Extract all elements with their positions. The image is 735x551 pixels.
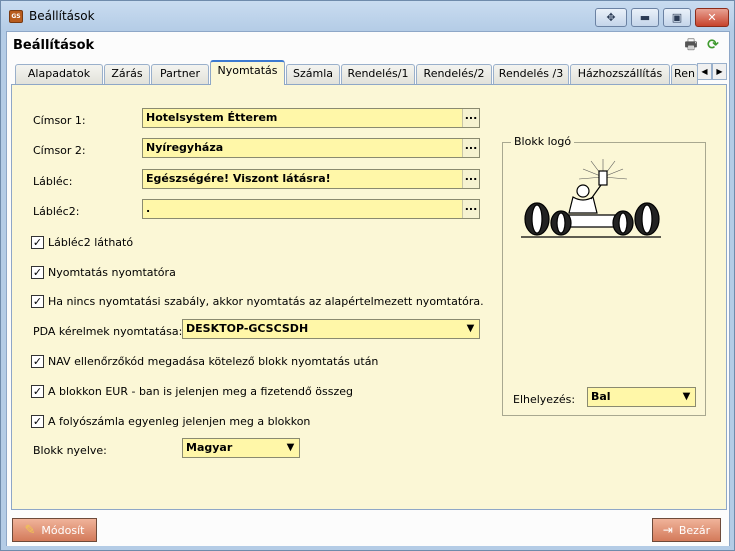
logo-group-title: Blokk logó xyxy=(511,135,575,148)
maximize-icon: ▣ xyxy=(671,11,683,24)
window-title: Beállítások xyxy=(29,9,95,23)
cimsor2-field[interactable]: Nyíregyháza ... xyxy=(142,138,480,158)
language-select[interactable]: Magyar ▼ xyxy=(182,438,300,458)
tab-scroll-left[interactable]: ◀ xyxy=(697,63,712,80)
close-window-button[interactable]: ✕ xyxy=(695,8,729,27)
exit-door-icon: ⇥ xyxy=(662,523,673,537)
checkmark-icon: ✓ xyxy=(31,415,44,428)
cimsor2-value: Nyíregyháza xyxy=(146,141,224,154)
tab-panel-nyomtatas: Címsor 1: Hotelsystem Étterem ... Címsor… xyxy=(11,84,727,510)
language-label: Blokk nyelve: xyxy=(33,444,107,457)
modify-label: Módosít xyxy=(41,523,85,537)
arrow-right-icon: ▶ xyxy=(716,67,723,76)
balance-label: A folyószámla egyenleg jelenjen meg a bl… xyxy=(48,415,311,428)
tab-rendeles-1[interactable]: Rendelés/1 xyxy=(341,64,415,84)
pencil-icon: ✎ xyxy=(24,522,36,538)
checkmark-icon: ✓ xyxy=(31,355,44,368)
checkmark-icon: ✓ xyxy=(31,236,44,249)
pda-value: DESKTOP-GCSCSDH xyxy=(186,322,309,335)
checkmark-icon: ✓ xyxy=(31,385,44,398)
lablec-label: Lábléc: xyxy=(33,175,73,188)
balance-checkbox[interactable]: ✓ A folyószámla egyenleg jelenjen meg a … xyxy=(31,415,310,428)
tab-rendeles-more[interactable]: Ren xyxy=(671,64,698,84)
nav-code-label: NAV ellenőrzőkód megadása kötelező blokk… xyxy=(48,355,379,368)
minimize-icon: ▬ xyxy=(639,11,651,24)
maximize-button[interactable]: ▣ xyxy=(663,8,691,27)
beer-barrels-logo-image[interactable] xyxy=(515,157,665,245)
cimsor1-lookup-button[interactable]: ... xyxy=(462,109,479,127)
logo-group: Blokk logó Elhelyezés: Bal ▼ xyxy=(502,135,706,416)
placement-value: Bal xyxy=(591,390,611,403)
lablec2-visible-label: Lábléc2 látható xyxy=(48,236,134,249)
lablec-field[interactable]: Egészségére! Viszont látásra! ... xyxy=(142,169,480,189)
lablec2-visible-checkbox[interactable]: ✓ Lábléc2 látható xyxy=(31,236,133,249)
placement-label: Elhelyezés: xyxy=(513,393,576,406)
cimsor1-label: Címsor 1: xyxy=(33,114,86,127)
tab-rendeles-2[interactable]: Rendelés/2 xyxy=(416,64,492,84)
checkmark-icon: ✓ xyxy=(31,266,44,279)
nav-code-checkbox[interactable]: ✓ NAV ellenőrzőkód megadása kötelező blo… xyxy=(31,355,378,368)
language-value: Magyar xyxy=(186,441,233,454)
modify-button[interactable]: ✎ Módosít xyxy=(12,518,97,542)
lablec2-lookup-button[interactable]: ... xyxy=(462,200,479,218)
title-bar[interactable]: GS Beállítások ✥ ▬ ▣ ✕ xyxy=(1,1,734,31)
tab-szamla[interactable]: Számla xyxy=(286,64,340,84)
lablec2-label: Lábléc2: xyxy=(33,205,80,218)
checkmark-icon: ✓ xyxy=(31,295,44,308)
placement-select[interactable]: Bal ▼ xyxy=(587,387,696,407)
chevron-down-icon: ▼ xyxy=(282,439,299,457)
lablec-lookup-button[interactable]: ... xyxy=(462,170,479,188)
tab-rendeles-3[interactable]: Rendelés /3 xyxy=(493,64,569,84)
cimsor2-label: Címsor 2: xyxy=(33,144,86,157)
refresh-icon[interactable]: ⟳ xyxy=(705,37,721,53)
close-label: Bezár xyxy=(678,523,711,537)
tab-partner[interactable]: Partner xyxy=(151,64,209,84)
tab-zaras[interactable]: Zárás xyxy=(104,64,150,84)
cimsor1-value: Hotelsystem Étterem xyxy=(146,111,278,124)
move-icon: ✥ xyxy=(606,11,616,24)
tab-nyomtatas[interactable]: Nyomtatás xyxy=(210,60,285,85)
lablec2-field[interactable]: . ... xyxy=(142,199,480,219)
chevron-down-icon: ▼ xyxy=(462,320,479,338)
minimize-button[interactable]: ▬ xyxy=(631,8,659,27)
printer-icon[interactable]: 🖶 xyxy=(683,37,699,53)
eur-amount-checkbox[interactable]: ✓ A blokkon EUR - ban is jelenjen meg a … xyxy=(31,385,353,398)
move-button[interactable]: ✥ xyxy=(595,8,627,27)
client-area: Beállítások 🖶 ⟳ Alapadatok Zárás Partner… xyxy=(6,31,730,546)
tab-alapadatok[interactable]: Alapadatok xyxy=(15,64,103,84)
cimsor1-field[interactable]: Hotelsystem Étterem ... xyxy=(142,108,480,128)
arrow-left-icon: ◀ xyxy=(701,67,708,76)
print-to-printer-checkbox[interactable]: ✓ Nyomtatás nyomtatóra xyxy=(31,266,176,279)
eur-amount-label: A blokkon EUR - ban is jelenjen meg a fi… xyxy=(48,385,353,398)
close-button[interactable]: ⇥ Bezár xyxy=(652,518,721,542)
lablec-value: Egészségére! Viszont látásra! xyxy=(146,172,331,185)
page-title: Beállítások xyxy=(13,38,95,53)
app-icon: GS xyxy=(9,10,23,23)
pda-printer-select[interactable]: DESKTOP-GCSCSDH ▼ xyxy=(182,319,480,339)
lablec2-value: . xyxy=(146,202,151,215)
tab-bar: Alapadatok Zárás Partner Nyomtatás Száml… xyxy=(11,60,727,85)
tab-hazhozszallitas[interactable]: Házhozszállítás xyxy=(570,64,670,84)
settings-window: GS Beállítások ✥ ▬ ▣ ✕ Beállítások 🖶 ⟳ A… xyxy=(0,0,735,551)
close-icon: ✕ xyxy=(707,11,717,24)
tab-scroll-right[interactable]: ▶ xyxy=(712,63,727,80)
print-to-printer-label: Nyomtatás nyomtatóra xyxy=(48,266,176,279)
default-printer-label: Ha nincs nyomtatási szabály, akkor nyomt… xyxy=(48,295,484,308)
cimsor2-lookup-button[interactable]: ... xyxy=(462,139,479,157)
footer-bar: ✎ Módosít ⇥ Bezár xyxy=(7,512,729,546)
chevron-down-icon: ▼ xyxy=(678,388,695,406)
pda-label: PDA kérelmek nyomtatása: xyxy=(33,325,183,338)
default-printer-checkbox[interactable]: ✓ Ha nincs nyomtatási szabály, akkor nyo… xyxy=(31,295,484,308)
